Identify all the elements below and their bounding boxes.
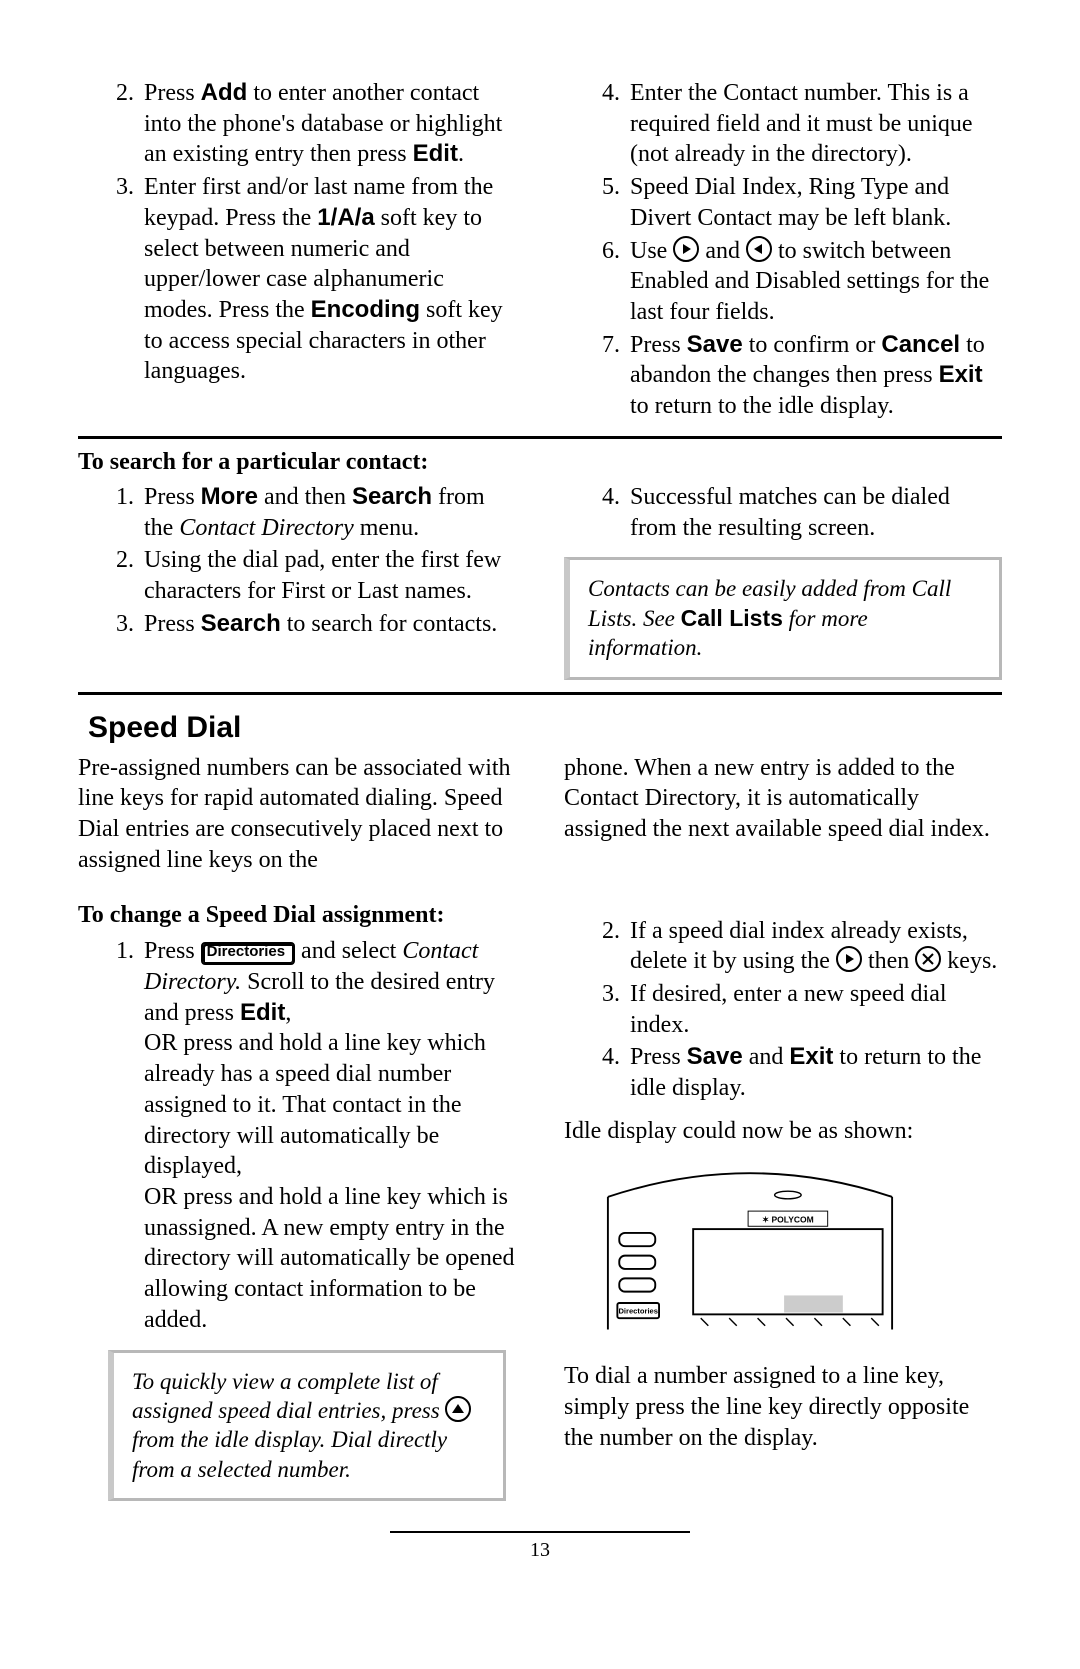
callout-call-lists: Contacts can be easily added from Call L… xyxy=(564,557,1002,679)
s1-left-item2: Press Add to enter another contact into … xyxy=(140,78,516,170)
divider xyxy=(78,692,1002,695)
search-heading: To search for a particular contact: xyxy=(78,449,1002,476)
s1-right-item5: Speed Dial Index, Ring Type and Divert C… xyxy=(626,172,1002,233)
idle-display-text: Idle display could now be as shown: xyxy=(564,1116,1002,1147)
s1-right-item4: Enter the Contact number. This is a requ… xyxy=(626,78,1002,170)
footer-divider xyxy=(390,1531,690,1533)
directories-key-icon: Directories xyxy=(201,942,295,965)
speed-sub-heading: To change a Speed Dial assignment: xyxy=(78,900,516,931)
speed-item4: Press Save and Exit to return to the idl… xyxy=(626,1042,1002,1103)
arrow-up-icon xyxy=(445,1396,471,1422)
svg-text:Directories: Directories xyxy=(618,1306,658,1315)
speed-item2: If a speed dial index already exists, de… xyxy=(626,916,1002,977)
s1-right-item7: Press Save to confirm or Cancel to aband… xyxy=(626,330,1002,422)
divider xyxy=(78,436,1002,439)
arrow-right-icon xyxy=(673,236,699,262)
speed-dial-title: Speed Dial xyxy=(88,711,1002,745)
speed-item3: If desired, enter a new speed dial index… xyxy=(626,979,1002,1040)
search-item3: Press Search to search for contacts. xyxy=(140,609,516,640)
dial-text: To dial a number assigned to a line key,… xyxy=(564,1361,1002,1453)
phone-illustration: ✶ POLYCOM Directories xyxy=(590,1159,910,1339)
speed-intro-left: Pre-assigned numbers can be associated w… xyxy=(78,753,516,876)
speed-item1: Press Directories and select Contact Dir… xyxy=(140,936,516,1335)
page-number: 13 xyxy=(78,1539,1002,1562)
delete-x-icon xyxy=(915,946,941,972)
callout-speed-dial: To quickly view a complete list of assig… xyxy=(108,1350,506,1502)
arrow-left-icon xyxy=(746,236,772,262)
svg-text:✶ POLYCOM: ✶ POLYCOM xyxy=(762,1214,814,1224)
search-item2: Using the dial pad, enter the first few … xyxy=(140,545,516,606)
s1-right-item6: Use and to switch between Enabled and Di… xyxy=(626,236,1002,328)
search-item1: Press More and then Search from the Cont… xyxy=(140,482,516,543)
search-item4: Successful matches can be dialed from th… xyxy=(626,482,1002,543)
speed-intro-right: phone. When a new entry is added to the … xyxy=(564,753,1002,876)
arrow-right-icon xyxy=(836,946,862,972)
s1-left-item3: Enter first and/or last name from the ke… xyxy=(140,172,516,387)
